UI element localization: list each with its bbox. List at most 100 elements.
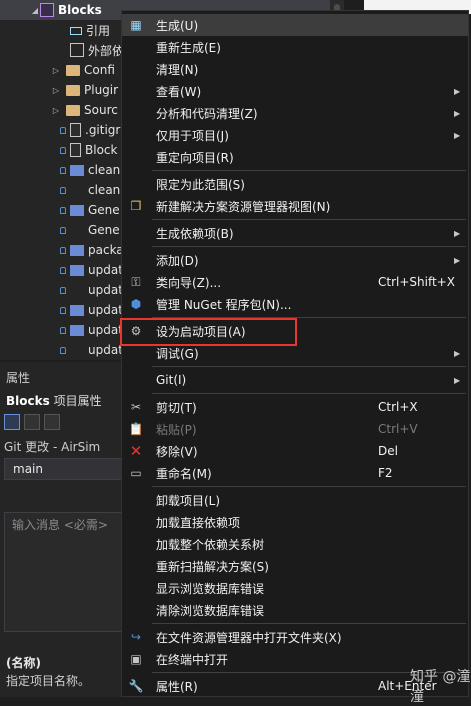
menu-item-retarget[interactable]: 重定向项目(R) <box>122 146 468 168</box>
menu-item-shortcut: Ctrl+V <box>378 422 418 436</box>
property-pages-icon[interactable] <box>44 414 60 430</box>
expand-arrow-icon[interactable]: ▷ <box>46 66 66 75</box>
commit-message-placeholder: 输入消息 <必需> <box>12 518 108 532</box>
tree-item-label: 引用 <box>86 23 111 38</box>
menu-separator <box>152 486 466 487</box>
submenu-arrow-icon: ▶ <box>454 375 461 385</box>
menu-item-label: 加载直接依赖项 <box>156 515 241 530</box>
menu-item-cut[interactable]: ✂ 剪切(T) Ctrl+X <box>122 396 468 418</box>
submenu-arrow-icon: ▶ <box>454 348 461 358</box>
menu-item-shortcut: Ctrl+Shift+X <box>378 275 455 289</box>
menu-item-label: 生成(U) <box>156 18 199 33</box>
tree-item-label: Plugir <box>84 83 119 97</box>
tree-item-label: clean <box>88 183 121 197</box>
folder-icon <box>66 104 80 116</box>
menu-item-analyze[interactable]: 分析和代码清理(Z) ▶ <box>122 102 468 124</box>
menu-item-rename[interactable]: ▭ 重命名(M) F2 <box>122 462 468 484</box>
menu-item-build[interactable]: ▦ 生成(U) <box>122 14 468 36</box>
menu-item-label: 生成依赖项(B) <box>156 226 234 241</box>
menu-item-label: 仅用于项目(J) <box>156 128 229 143</box>
lock-icon <box>60 166 66 174</box>
menu-item-label: 新建解决方案资源管理器视图(N) <box>156 199 331 214</box>
properties-object[interactable]: Blocks 项目属性 <box>6 392 102 409</box>
menu-item-build-dependencies[interactable]: 生成依赖项(B) ▶ <box>122 222 468 244</box>
menu-item-label: 在终端中打开 <box>156 652 229 667</box>
menu-item-remove[interactable]: ✕ 移除(V) Del <box>122 440 468 462</box>
menu-item-label: 重命名(M) <box>156 466 212 481</box>
menu-item-label: 清理(N) <box>156 62 199 77</box>
menu-item-paste[interactable]: 📋 粘贴(P) Ctrl+V <box>122 418 468 440</box>
menu-item-nuget[interactable]: ⬢ 管理 NuGet 程序包(N)... <box>122 293 468 315</box>
rename-icon: ▭ <box>130 466 142 480</box>
menu-item-git[interactable]: Git(I) ▶ <box>122 369 468 391</box>
submenu-arrow-icon: ▶ <box>454 108 461 118</box>
menu-item-add[interactable]: 添加(D) ▶ <box>122 249 468 271</box>
collapse-arrow-icon[interactable]: ◢ <box>30 6 40 15</box>
branch-selector[interactable]: main <box>4 458 122 480</box>
menu-item-label: Git(I) <box>156 373 187 387</box>
menu-item-label: 限定为此范围(S) <box>156 177 245 192</box>
menu-item-unload[interactable]: 卸载项目(L) <box>122 489 468 511</box>
expand-arrow-icon[interactable]: ▷ <box>46 106 66 115</box>
property-name-label: (名称) <box>6 656 41 670</box>
menu-item-clear-db-errors[interactable]: 清除浏览数据库错误 <box>122 599 468 621</box>
lock-icon <box>60 306 66 314</box>
menu-item-project-only[interactable]: 仅用于项目(J) ▶ <box>122 124 468 146</box>
expand-arrow-icon[interactable]: ▷ <box>46 86 66 95</box>
properties-toolbar <box>4 414 60 432</box>
menu-separator <box>152 366 466 367</box>
wrench-icon: 🔧 <box>128 679 144 693</box>
menu-item-clean[interactable]: 清理(N) <box>122 58 468 80</box>
menu-item-open-folder[interactable]: ↪ 在文件资源管理器中打开文件夹(X) <box>122 626 468 648</box>
lock-icon <box>60 146 66 154</box>
menu-item-shortcut: F2 <box>378 466 393 480</box>
menu-item-show-db-errors[interactable]: 显示浏览数据库错误 <box>122 577 468 599</box>
tree-item-label: Gene <box>88 223 120 237</box>
properties-object-type: 项目属性 <box>53 394 102 408</box>
references-icon <box>70 27 82 35</box>
submenu-arrow-icon: ▶ <box>454 255 461 265</box>
script-file-icon <box>70 264 84 276</box>
menu-separator <box>152 219 466 220</box>
menu-item-shortcut: Del <box>378 444 398 458</box>
tree-item-label: updat <box>88 303 123 317</box>
menu-item-label: 在文件资源管理器中打开文件夹(X) <box>156 630 342 645</box>
context-menu: ▦ 生成(U) 重新生成(E) 清理(N) 查看(W) ▶ 分析和代码清理(Z)… <box>121 10 469 697</box>
categorized-view-icon[interactable] <box>4 414 20 430</box>
menu-item-label: 添加(D) <box>156 253 199 268</box>
menu-item-view[interactable]: 查看(W) ▶ <box>122 80 468 102</box>
watermark: 知乎 @潼潼 <box>410 669 471 705</box>
tree-item-label: updat <box>88 263 123 277</box>
menu-item-label: 粘贴(P) <box>156 422 197 437</box>
menu-item-label: 移除(V) <box>156 444 198 459</box>
blank-icon <box>70 343 84 357</box>
property-description: 指定项目名称。 <box>6 674 91 688</box>
menu-separator <box>152 393 466 394</box>
menu-item-scope[interactable]: 限定为此范围(S) <box>122 173 468 195</box>
menu-item-shortcut: Ctrl+X <box>378 400 418 414</box>
submenu-arrow-icon: ▶ <box>454 130 461 140</box>
terminal-icon: ▣ <box>130 652 142 666</box>
remove-icon: ✕ <box>129 442 143 460</box>
menu-item-label: 卸载项目(L) <box>156 493 221 508</box>
menu-item-new-view[interactable]: ❒ 新建解决方案资源管理器视图(N) <box>122 195 468 217</box>
menu-item-load-dep-tree[interactable]: 加载整个依赖关系树 <box>122 533 468 555</box>
blank-icon <box>70 223 84 237</box>
lock-icon <box>60 246 66 254</box>
submenu-arrow-icon: ▶ <box>454 86 461 96</box>
menu-item-label: 查看(W) <box>156 84 202 99</box>
lock-icon <box>60 286 66 294</box>
menu-item-rescan[interactable]: 重新扫描解决方案(S) <box>122 555 468 577</box>
lock-icon <box>60 206 66 214</box>
menu-item-rebuild[interactable]: 重新生成(E) <box>122 36 468 58</box>
menu-item-class-wizard[interactable]: ⚿ 类向导(Z)... Ctrl+Shift+X <box>122 271 468 293</box>
menu-item-label: 重新扫描解决方案(S) <box>156 559 269 574</box>
scissors-icon: ✂ <box>130 400 142 414</box>
alphabetical-view-icon[interactable] <box>24 414 40 430</box>
menu-item-label: 清除浏览数据库错误 <box>156 603 265 618</box>
tree-item-label: clean <box>88 163 121 177</box>
submenu-arrow-icon: ▶ <box>454 228 461 238</box>
menu-item-load-direct-deps[interactable]: 加载直接依赖项 <box>122 511 468 533</box>
tree-item-label: .gitigr <box>85 123 121 137</box>
tree-item-label: 外部依 <box>88 43 125 58</box>
